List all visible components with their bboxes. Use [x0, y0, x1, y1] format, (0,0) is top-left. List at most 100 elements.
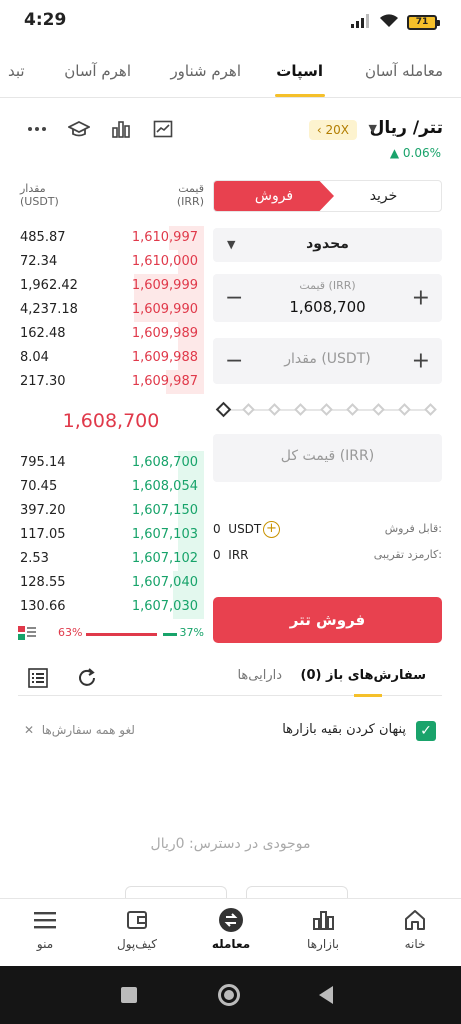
bid-qty: 117.05: [20, 527, 66, 542]
tab-spot[interactable]: اسپات: [276, 62, 323, 80]
hide-markets-checkbox[interactable]: ✓: [416, 721, 436, 741]
bid-price: 1,607,102: [131, 551, 198, 566]
sell-tab[interactable]: فروش: [214, 181, 334, 211]
bid-row[interactable]: 70.45 1,608,054: [18, 475, 204, 499]
bid-row[interactable]: 795.14 1,608,700: [18, 451, 204, 475]
depth-chart-icon[interactable]: [110, 118, 132, 140]
price-change: ▲ 0.06%: [389, 146, 441, 160]
active-tab-indicator: [275, 94, 325, 97]
nav-wallet[interactable]: کیف‌پول: [97, 905, 177, 951]
bid-price: 1,607,040: [131, 575, 198, 590]
ask-qty: 217.30: [20, 374, 66, 389]
ask-row[interactable]: 217.30 1,609,987: [18, 370, 204, 394]
bid-row[interactable]: 128.55 1,607,040: [18, 571, 204, 595]
fee-row: 0 IRR کارمزد تقریبی:: [213, 548, 442, 566]
hide-markets-label[interactable]: پنهان کردن بقیه بازارها: [282, 722, 406, 737]
tab-floating-leverage[interactable]: اهرم شناور: [170, 62, 241, 80]
fee-unit: IRR: [228, 548, 249, 562]
home-system-dot: [224, 990, 234, 1000]
education-icon[interactable]: [68, 118, 90, 140]
orders-tabs: سفارش‌های باز (0) دارایی‌ها: [18, 656, 442, 697]
hide-other-markets-row: ✓ پنهان کردن بقیه بازارها ✕ لغو همه سفار…: [18, 716, 442, 746]
buy-ratio-bar: [163, 633, 177, 636]
nav-trade[interactable]: معامله: [191, 905, 271, 951]
qty-header: مقدار (USDT): [20, 182, 59, 208]
bid-row[interactable]: 117.05 1,607,103: [18, 523, 204, 547]
ask-qty: 8.04: [20, 350, 49, 365]
tab-assets[interactable]: دارایی‌ها: [237, 668, 282, 683]
buy-ratio: 37%: [179, 626, 204, 639]
price-header: قیمت (IRR): [170, 182, 204, 208]
nav-markets[interactable]: بازارها: [283, 905, 363, 951]
buy-tab[interactable]: خرید: [326, 181, 441, 211]
home-icon: [375, 905, 455, 935]
ask-price: 1,609,999: [131, 278, 198, 293]
ask-row[interactable]: 8.04 1,609,988: [18, 346, 204, 370]
bottom-nav: خانه بازارها معامله کیف‌پول منو: [0, 898, 461, 966]
sell-tether-button[interactable]: فروش تتر: [213, 597, 442, 643]
markets-icon: [283, 905, 363, 935]
total-placeholder: قیمت کل (IRR): [280, 448, 375, 464]
more-icon[interactable]: [26, 118, 48, 140]
slider-step[interactable]: [398, 403, 411, 416]
tab-convert[interactable]: تبد: [8, 62, 25, 80]
price-header-label: قیمت: [178, 182, 204, 195]
amount-field[interactable]: − مقدار (USDT) +: [213, 338, 442, 384]
ask-row[interactable]: 162.48 1,609,989: [18, 322, 204, 346]
slider-extra-steps: [216, 402, 438, 418]
cancel-all-label: لغو همه سفارش‌ها: [41, 723, 135, 737]
sell-ratio-bar: [86, 633, 157, 636]
bid-price: 1,608,700: [131, 455, 198, 470]
bid-row[interactable]: 397.20 1,607,150: [18, 499, 204, 523]
slider-step[interactable]: [294, 403, 307, 416]
total-field[interactable]: قیمت کل (IRR): [213, 434, 442, 482]
fee-value: 0: [213, 548, 221, 562]
nav-menu[interactable]: منو: [5, 905, 85, 951]
cancel-all-orders-button[interactable]: ✕ لغو همه سفارش‌ها: [24, 723, 135, 737]
chevron-down-icon[interactable]: ▼: [369, 122, 377, 135]
refresh-icon[interactable]: [76, 667, 98, 693]
nav-home[interactable]: خانه: [375, 905, 455, 951]
recents-icon[interactable]: [121, 987, 137, 1003]
chevron-left-icon: ‹: [316, 123, 322, 137]
nav-wallet-label: کیف‌پول: [116, 937, 157, 951]
slider-step[interactable]: [346, 403, 359, 416]
back-icon[interactable]: [318, 985, 334, 1009]
ask-row[interactable]: 1,962.42 1,609,999: [18, 274, 204, 298]
ask-row[interactable]: 485.87 1,610,997: [18, 226, 204, 250]
ask-price: 1,610,997: [131, 230, 198, 245]
tab-easy-leverage[interactable]: اهرم آسان: [64, 62, 131, 80]
bid-qty: 128.55: [20, 575, 66, 590]
bid-qty: 397.20: [20, 503, 66, 518]
nav-markets-label: بازارها: [307, 937, 339, 951]
order-type-value: محدود: [306, 236, 349, 252]
sell-ratio: 63%: [58, 626, 83, 639]
ask-row[interactable]: 4,237.18 1,609,990: [18, 298, 204, 322]
status-bar: 4:29 71: [0, 0, 461, 44]
ask-qty: 72.34: [20, 254, 58, 269]
deposit-plus-icon[interactable]: +: [263, 521, 280, 538]
tab-open-orders[interactable]: سفارش‌های باز (0): [301, 668, 427, 683]
tab-easy-trade[interactable]: معامله آسان: [365, 62, 443, 80]
buy-sell-ratio: 63% 37%: [18, 624, 204, 644]
ask-row[interactable]: 72.34 1,610,000: [18, 250, 204, 274]
battery-icon: 71: [407, 15, 440, 30]
book-view-icon[interactable]: [18, 626, 36, 643]
ask-qty: 1,962.42: [20, 278, 78, 293]
bid-row[interactable]: 130.66 1,607,030: [18, 595, 204, 619]
order-type-select[interactable]: ▼ محدود: [213, 228, 442, 262]
chart-icon[interactable]: [152, 118, 174, 140]
plus-icon[interactable]: +: [412, 286, 430, 311]
bid-row[interactable]: 2.53 1,607,102: [18, 547, 204, 571]
menu-icon: [5, 905, 85, 935]
leverage-badge[interactable]: ‹ 20X: [308, 120, 357, 140]
available-value: 0: [213, 522, 221, 536]
order-history-icon[interactable]: [28, 668, 48, 692]
pair-title[interactable]: تتر/ ریال: [370, 118, 443, 138]
price-label: قیمت (IRR): [299, 279, 356, 292]
price-field[interactable]: − قیمت (IRR) 1,608,700 +: [213, 274, 442, 322]
last-price[interactable]: 1,608,700: [18, 410, 204, 432]
plus-icon[interactable]: +: [412, 349, 430, 374]
ask-qty: 4,237.18: [20, 302, 78, 317]
slider-step[interactable]: [242, 403, 255, 416]
